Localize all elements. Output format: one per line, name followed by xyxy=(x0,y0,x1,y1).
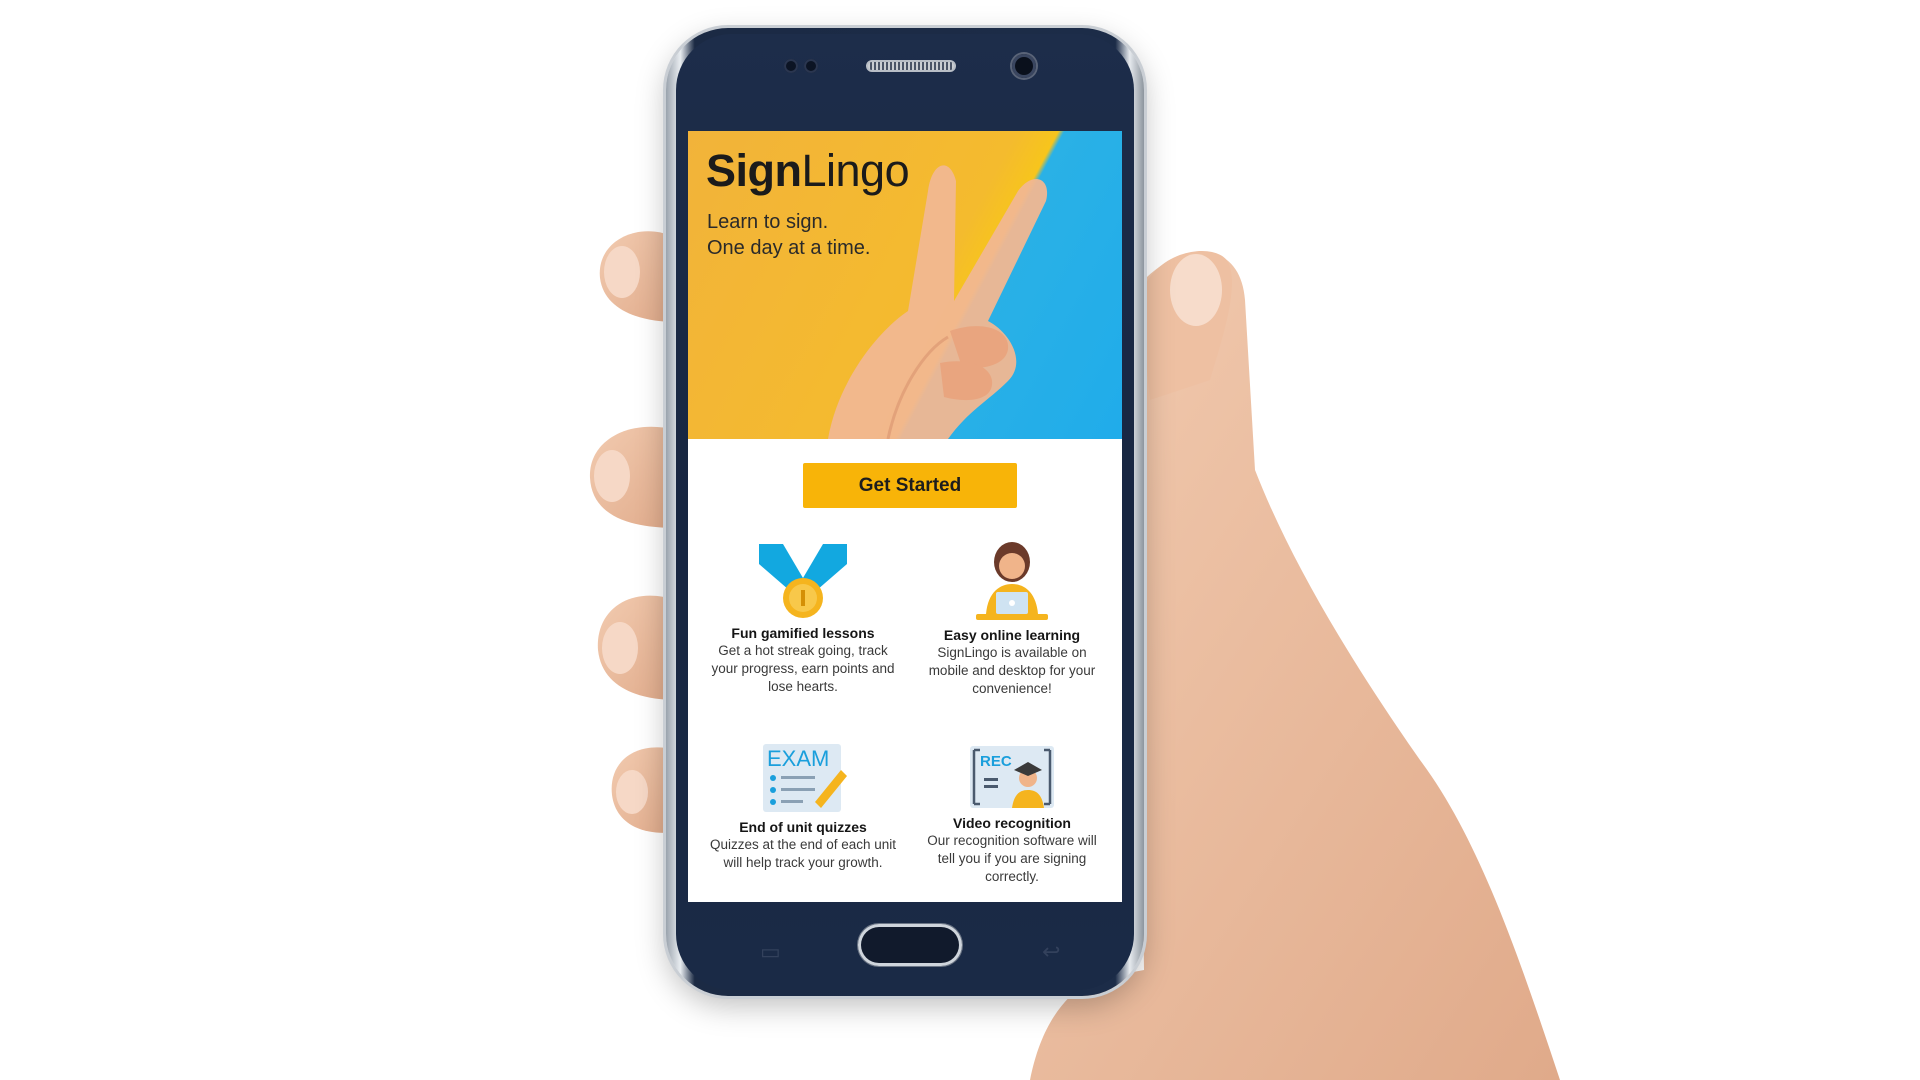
earpiece-speaker xyxy=(866,60,956,72)
tagline-line-2: One day at a time. xyxy=(707,237,871,259)
feature-card-quizzes: EXAM End of unit quizzes Quizzes at the … xyxy=(708,742,898,872)
front-camera xyxy=(1012,54,1036,78)
sensor-dot xyxy=(784,59,798,73)
feature-description: Our recognition software will tell you i… xyxy=(927,833,1097,884)
tagline: Learn to sign. One day at a time. xyxy=(707,209,870,261)
feature-description: Quizzes at the end of each unit will hel… xyxy=(709,837,897,870)
back-icon[interactable]: ↩ xyxy=(1042,940,1060,965)
person-laptop-icon xyxy=(976,542,1048,620)
feature-card-gamified: Fun gamified lessons Get a hot streak go… xyxy=(708,542,898,696)
home-button[interactable] xyxy=(858,924,962,966)
exam-icon: EXAM xyxy=(763,744,847,812)
app-screen: SignLingo Learn to sign. One day at a ti… xyxy=(688,131,1122,902)
feature-title: Video recognition xyxy=(953,815,1071,831)
feature-description: Get a hot streak going, track your progr… xyxy=(711,643,895,694)
product-mockup: ▭ ↩ SignLingo Learn to sign. One day at … xyxy=(0,0,1920,1080)
medal-icon xyxy=(759,544,847,618)
video-rec-icon: REC xyxy=(970,746,1054,808)
feature-title: Easy online learning xyxy=(943,627,1081,643)
feature-title: Fun gamified lessons xyxy=(731,625,875,641)
feature-title: End of unit quizzes xyxy=(739,819,867,835)
app-logo: SignLingo xyxy=(706,145,910,197)
feature-card-online: Easy online learning SignLingo is availa… xyxy=(917,542,1107,698)
rec-label: REC xyxy=(980,753,1012,770)
tagline-line-1: Learn to sign. xyxy=(707,211,829,233)
feature-description: SignLingo is available on mobile and des… xyxy=(928,645,1096,696)
feature-card-video: REC Video recognition Our recognition so… xyxy=(917,744,1107,886)
logo-bold: Sign xyxy=(706,145,802,196)
recent-apps-icon[interactable]: ▭ xyxy=(760,940,781,965)
sensor-dot xyxy=(804,59,818,73)
logo-regular: Lingo xyxy=(801,145,910,196)
exam-label: EXAM xyxy=(767,746,829,771)
get-started-button[interactable]: Get Started xyxy=(803,463,1017,508)
hero-banner: SignLingo Learn to sign. One day at a ti… xyxy=(688,131,1122,439)
